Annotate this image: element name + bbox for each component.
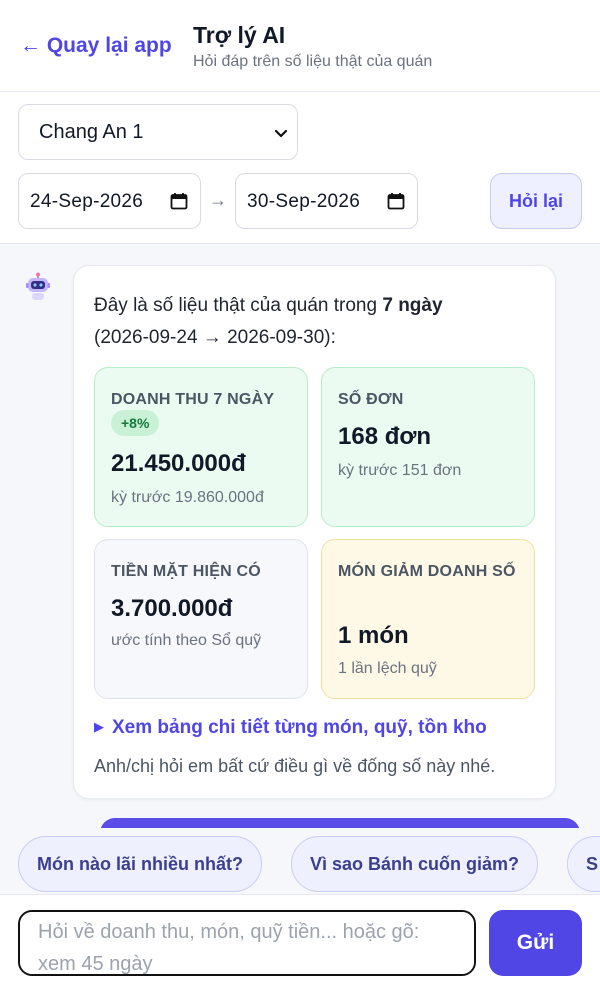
chat-area[interactable]: Đây là số liệu thật của quán trong 7 ngà… <box>0 244 600 828</box>
metric-sub: ước tính theo Sổ quỹ <box>111 632 262 649</box>
chevron-down-icon <box>274 129 288 138</box>
page-title: Trợ lý AI <box>193 22 286 48</box>
date-from-input[interactable]: 24-Sep-2026 <box>18 173 201 229</box>
composer: Gửi <box>0 894 600 990</box>
message-closing: Anh/chị hỏi em bất cứ điều gì về đống số… <box>94 756 496 776</box>
change-badge: +8% <box>111 410 160 436</box>
ask-again-button[interactable]: Hỏi lại <box>490 173 582 229</box>
details-toggle-label: Xem bảng chi tiết từng món, quỹ, tồn kho <box>112 717 487 738</box>
metric-card-cash: TIỀN MẶT HIỆN CÓ 3.700.000đ ước tính the… <box>94 539 308 699</box>
calendar-icon[interactable] <box>387 192 405 210</box>
store-select-value: Chang An 1 <box>39 121 144 143</box>
metric-value: 21.450.000đ <box>111 450 246 477</box>
metric-sub: 1 lần lệch quỹ <box>338 660 437 677</box>
metric-sub: kỳ trước 151 đơn <box>338 462 462 479</box>
metric-card-revenue: DOANH THU 7 NGÀY +8% 21.450.000đ kỳ trướ… <box>94 367 308 527</box>
intro-period: 7 ngày <box>382 295 443 316</box>
message-intro: Đây là số liệu thật của quán trong 7 ngà… <box>94 290 544 354</box>
metric-value: 168 đơn <box>338 423 432 450</box>
suggestion-chips: Món nào lãi nhiều nhất? Vì sao Bánh cuốn… <box>0 828 600 894</box>
metric-sub: kỳ trước 19.860.000đ <box>111 489 264 506</box>
send-button[interactable]: Gửi <box>489 910 582 976</box>
filter-bar: Chang An 1 24-Sep-2026 → 30-Sep-2026 Hỏi… <box>0 92 600 244</box>
date-to-value: 30-Sep-2026 <box>247 191 361 212</box>
page-subtitle: Hỏi đáp trên số liệu thật của quán <box>193 53 433 70</box>
metric-label: DOANH THU 7 NGÀY <box>111 391 275 408</box>
metric-label: TIỀN MẶT HIỆN CÓ <box>111 563 261 580</box>
triangle-right-icon: ▶ <box>94 719 104 734</box>
details-toggle[interactable]: ▶ Xem bảng chi tiết từng món, quỹ, tồn kh… <box>94 717 487 739</box>
store-select[interactable]: Chang An 1 <box>18 104 298 160</box>
suggestion-chip[interactable]: Món nào lãi nhiều nhất? <box>18 836 262 892</box>
suggestion-chip[interactable]: S <box>567 836 600 892</box>
calendar-icon[interactable] <box>170 192 188 210</box>
message-input[interactable] <box>18 910 476 976</box>
metric-value: 1 món <box>338 622 409 649</box>
date-from-value: 24-Sep-2026 <box>30 191 144 212</box>
metric-card-orders: SỐ ĐƠN 168 đơn kỳ trước 151 đơn <box>321 367 535 527</box>
intro-prefix: Đây là số liệu thật của quán trong <box>94 295 383 316</box>
robot-icon <box>26 272 50 300</box>
suggestion-chip[interactable]: Vì sao Bánh cuốn giảm? <box>291 836 539 892</box>
intro-range: (2026-09-24 → 2026-09-30): <box>94 327 336 348</box>
date-to-input[interactable]: 30-Sep-2026 <box>235 173 418 229</box>
metric-label: SỐ ĐƠN <box>338 391 404 408</box>
date-range-arrow: → <box>209 190 227 210</box>
user-message-bubble <box>100 818 580 828</box>
back-to-app-link[interactable]: ← Quay lại app <box>20 34 172 58</box>
metric-value: 3.700.000đ <box>111 595 233 622</box>
assistant-message: Đây là số liệu thật của quán trong 7 ngà… <box>73 265 556 799</box>
metric-label: MÓN GIẢM DOANH SỐ <box>338 563 516 580</box>
metric-card-declining-dishes: MÓN GIẢM DOANH SỐ 1 món 1 lần lệch quỹ <box>321 539 535 699</box>
top-header: ← Quay lại app Trợ lý AI Hỏi đáp trên số… <box>0 0 600 92</box>
